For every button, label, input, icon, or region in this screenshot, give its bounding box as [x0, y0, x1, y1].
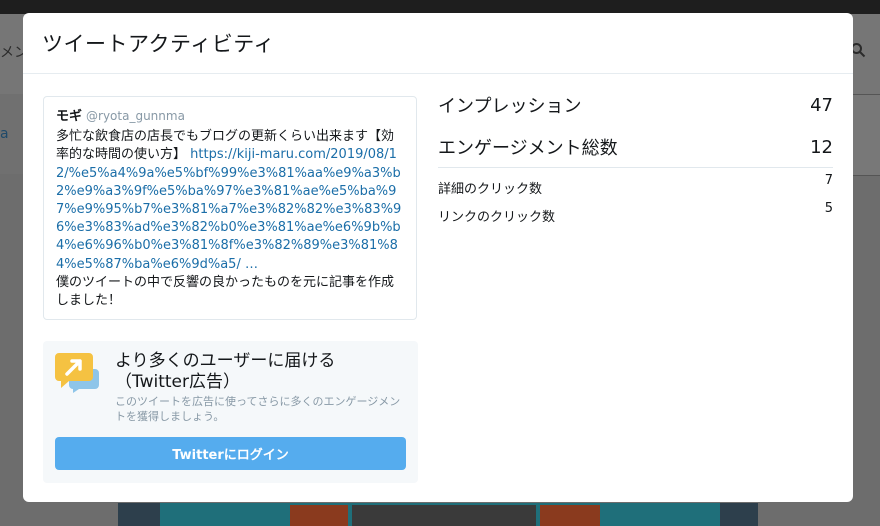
tweet-author: モギ @ryota_gunnma: [56, 107, 404, 126]
engagements-label: エンゲージメント総数: [438, 138, 618, 159]
stats-panel: インプレッション 47 エンゲージメント総数 12 詳細のクリック数 7 リンク…: [438, 93, 833, 225]
background-image: [290, 505, 348, 526]
tweet-text-after-link: 僕のツイートの中で反響の良かったものを元に記事を作成しました！: [56, 274, 395, 309]
engagements-row: エンゲージメント総数 12: [438, 135, 833, 168]
detail-clicks-value: 7: [824, 173, 833, 188]
promote-panel: より多くのユーザーに届ける（Twitter広告） このツイートを広告に使ってさら…: [43, 341, 418, 483]
promote-arrow-icon: [55, 353, 99, 393]
background-edge-text: a: [0, 126, 9, 142]
link-clicks-label: リンクのクリック数: [438, 210, 556, 225]
engagements-value: 12: [810, 136, 833, 158]
impressions-value: 47: [810, 94, 833, 116]
tweet-link[interactable]: https://kiji-maru.com/2019/08/12/%e5%a4%…: [56, 147, 401, 271]
tweet-author-handle[interactable]: @ryota_gunnma: [86, 109, 185, 123]
tweet-text: 多忙な飲食店の店長でもブログの更新くらい出来ます【効率的な時間の使い方】 htt…: [56, 128, 404, 310]
impressions-row: インプレッション 47: [438, 93, 833, 118]
link-clicks-value: 5: [824, 201, 833, 216]
promote-title: より多くのユーザーに届ける（Twitter広告）: [115, 351, 336, 392]
impressions-label: インプレッション: [438, 96, 582, 117]
tweet-author-name[interactable]: モギ: [56, 109, 82, 124]
detail-clicks-label: 詳細のクリック数: [438, 182, 543, 197]
link-clicks-row: リンクのクリック数 5: [438, 201, 833, 225]
modal-header: ツイートアクティビティ: [23, 13, 853, 74]
tweet-card: モギ @ryota_gunnma 多忙な飲食店の店長でもブログの更新くらい出来ます…: [43, 96, 417, 320]
promote-description: このツイートを広告に使ってさらに多くのエンゲージメントを獲得しましょう。: [115, 395, 401, 423]
background-image: [540, 505, 600, 526]
background-card: [853, 94, 880, 176]
background-image: [352, 505, 536, 526]
twitter-login-button[interactable]: Twitterにログイン: [55, 437, 406, 470]
detail-clicks-row: 詳細のクリック数 7: [438, 173, 833, 197]
background-topbar: [0, 0, 880, 14]
tweet-activity-modal: ツイートアクティビティ モギ @ryota_gunnma 多忙な飲食店の店長でもブ…: [23, 13, 853, 502]
modal-title: ツイートアクティビティ: [42, 32, 275, 56]
